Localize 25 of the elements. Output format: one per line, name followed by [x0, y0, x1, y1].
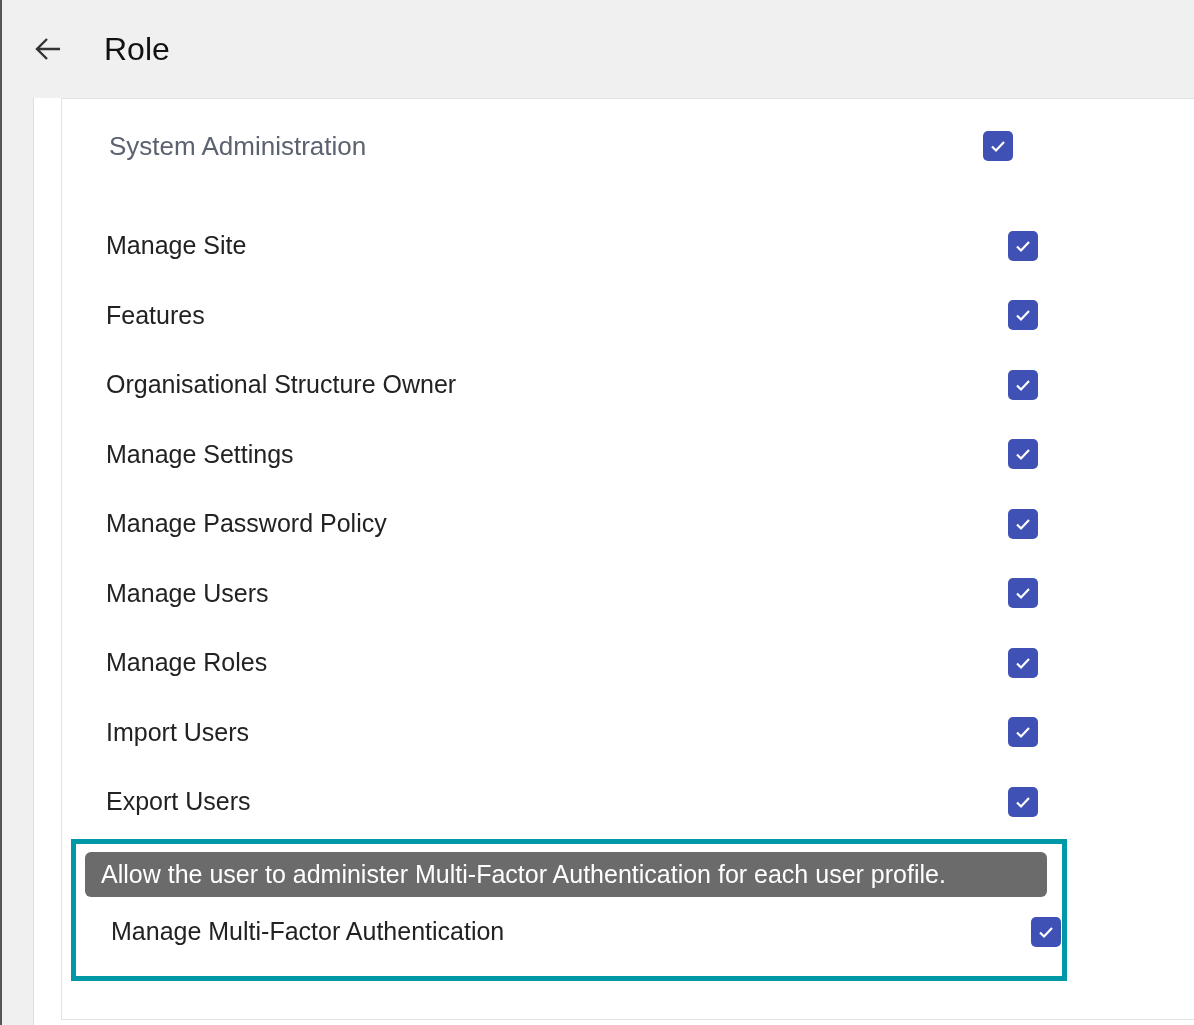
checkbox[interactable] — [1008, 647, 1038, 678]
permission-label: Import Users — [106, 717, 250, 747]
permission-label: Manage Settings — [106, 439, 294, 469]
permission-label: Manage Multi-Factor Authentication — [111, 917, 505, 946]
permission-label: Organisational Structure Owner — [106, 370, 457, 400]
checkbox[interactable] — [983, 131, 1013, 161]
checkbox[interactable] — [1008, 230, 1038, 261]
tooltip: Allow the user to administer Multi-Factor Authentication for each user profile. — [85, 851, 1047, 897]
checkbox[interactable] — [1008, 717, 1038, 748]
permission-label: Manage Users — [106, 578, 269, 608]
checkbox[interactable] — [1008, 508, 1038, 539]
permission-label: Manage Password Policy — [106, 509, 387, 539]
page-title: Role — [104, 30, 170, 68]
section-title: System Administration — [109, 130, 367, 162]
permission-label: Manage Site — [106, 231, 247, 261]
checkbox[interactable] — [1008, 300, 1038, 331]
checkbox[interactable] — [1008, 369, 1038, 400]
back-arrow-icon[interactable] — [34, 37, 62, 61]
checkbox[interactable] — [1031, 916, 1061, 947]
permission-label: Features — [106, 300, 205, 330]
checkbox[interactable] — [1008, 786, 1038, 817]
permission-label: Manage Roles — [106, 648, 268, 678]
checkbox[interactable] — [1008, 578, 1038, 609]
checkbox[interactable] — [1008, 439, 1038, 470]
permission-label: Export Users — [106, 787, 251, 817]
